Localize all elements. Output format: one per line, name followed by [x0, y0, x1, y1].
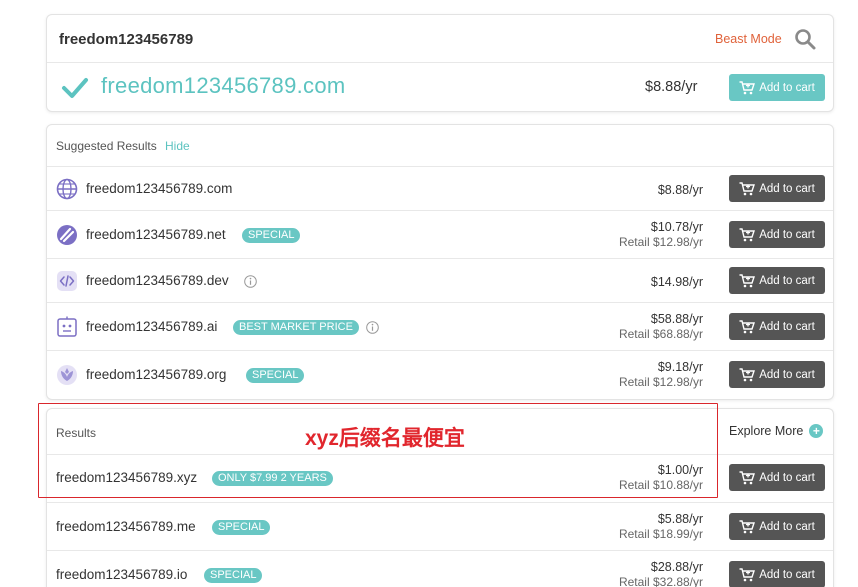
- info-icon[interactable]: [244, 275, 257, 288]
- cart-icon: [739, 567, 756, 581]
- cart-icon: [739, 367, 756, 381]
- retail-price: Retail $12.98/yr: [618, 235, 703, 249]
- domain-price: $14.98/yr: [650, 275, 703, 289]
- add-to-cart-button[interactable]: Add to cart: [729, 221, 825, 248]
- info-icon[interactable]: [366, 321, 379, 334]
- results-title: Results: [56, 426, 97, 440]
- domain-price: $58.88/yr: [650, 312, 703, 326]
- add-to-cart-label: Add to cart: [759, 182, 815, 195]
- code-icon: [56, 270, 78, 292]
- domain-price: $28.88/yr: [650, 560, 703, 574]
- retail-price: Retail $32.88/yr: [618, 575, 703, 587]
- suggested-row-dev: freedom123456789.dev $14.98/yr Add to ca…: [47, 259, 833, 303]
- domain-name: freedom123456789.io: [56, 567, 188, 582]
- add-to-cart-button[interactable]: Add to cart: [729, 513, 825, 540]
- explore-more-label: Explore More: [729, 424, 804, 438]
- domain-price: $8.88/yr: [657, 183, 703, 197]
- domain-name: freedom123456789.me: [56, 519, 196, 534]
- retail-price: Retail $68.88/yr: [618, 327, 703, 341]
- add-to-cart-label: Add to cart: [759, 471, 815, 484]
- cart-icon: [739, 470, 756, 484]
- add-to-cart-button[interactable]: Add to cart: [729, 464, 825, 491]
- result-row-xyz: freedom123456789.xyz ONLY $7.99 2 YEARS …: [47, 455, 833, 503]
- retail-price: Retail $10.88/yr: [618, 478, 703, 492]
- featured-add-to-cart-button[interactable]: Add to cart: [729, 74, 825, 101]
- add-to-cart-button[interactable]: Add to cart: [729, 175, 825, 202]
- add-to-cart-label: Add to cart: [759, 274, 815, 287]
- explore-more-link[interactable]: Explore More +: [729, 424, 824, 438]
- add-to-cart-label: Add to cart: [759, 368, 815, 381]
- add-to-cart-label: Add to cart: [759, 568, 815, 581]
- annotation-text: xyz后缀名最便宜: [305, 427, 465, 450]
- suggested-row-com: freedom123456789.com $8.88/yr Add to car…: [47, 167, 833, 211]
- cart-icon: [739, 519, 756, 533]
- add-to-cart-label: Add to cart: [759, 228, 815, 241]
- add-to-cart-button[interactable]: Add to cart: [729, 561, 825, 587]
- domain-name: freedom123456789.dev: [86, 273, 229, 288]
- domain-name: freedom123456789.com: [86, 181, 233, 196]
- cart-icon: [739, 80, 756, 94]
- add-to-cart-button[interactable]: Add to cart: [729, 267, 825, 294]
- domain-price: $9.18/yr: [657, 360, 703, 374]
- globe-icon: [56, 178, 78, 200]
- featured-domain: freedom123456789.com: [101, 73, 346, 98]
- cart-icon: [739, 227, 756, 241]
- best-market-price-badge: BEST MARKET PRICE: [233, 320, 359, 335]
- suggested-row-ai: freedom123456789.ai BEST MARKET PRICE $5…: [47, 303, 833, 351]
- add-to-cart-button[interactable]: Add to cart: [729, 361, 825, 388]
- domain-price: $10.78/yr: [650, 220, 703, 234]
- search-bar[interactable]: freedom123456789 Beast Mode: [47, 15, 833, 63]
- domain-price: $1.00/yr: [657, 463, 703, 477]
- suggested-row-net: freedom123456789.net SPECIAL $10.78/yr R…: [47, 211, 833, 259]
- add-to-cart-button[interactable]: Add to cart: [729, 313, 825, 340]
- result-row-me: freedom123456789.me SPECIAL $5.88/yr Ret…: [47, 503, 833, 551]
- suggested-results-header: Suggested Results Hide: [47, 125, 833, 167]
- plus-circle-icon: +: [809, 424, 824, 438]
- featured-add-to-cart-label: Add to cart: [759, 81, 815, 94]
- search-card: freedom123456789 Beast Mode freedom12345…: [46, 14, 834, 112]
- suggested-results-card: Suggested Results Hide freedom123456789.…: [46, 124, 834, 400]
- suggested-results-title: Suggested Results: [56, 139, 157, 153]
- hide-link[interactable]: Hide: [165, 139, 190, 153]
- add-to-cart-label: Add to cart: [759, 520, 815, 533]
- beast-mode-link[interactable]: Beast Mode: [715, 32, 782, 46]
- search-icon[interactable]: [793, 27, 817, 51]
- special-badge: SPECIAL: [242, 228, 301, 243]
- result-row-io: freedom123456789.io SPECIAL $28.88/yr Re…: [47, 551, 833, 587]
- cart-icon: [739, 319, 756, 333]
- search-query-text[interactable]: freedom123456789: [59, 31, 193, 48]
- featured-result: freedom123456789.com $8.88/yr Add to car…: [47, 63, 833, 113]
- featured-price: $8.88/yr: [645, 79, 698, 95]
- special-badge: SPECIAL: [212, 520, 271, 535]
- add-to-cart-label: Add to cart: [759, 320, 815, 333]
- retail-price: Retail $12.98/yr: [618, 375, 703, 389]
- domain-name: freedom123456789.org: [86, 367, 227, 382]
- retail-price: Retail $18.99/yr: [618, 527, 703, 541]
- cart-icon: [739, 181, 756, 195]
- special-badge: SPECIAL: [246, 368, 305, 383]
- net-icon: [56, 224, 78, 246]
- domain-name: freedom123456789.ai: [86, 319, 218, 334]
- org-icon: [56, 364, 78, 386]
- domain-price: $5.88/yr: [657, 512, 703, 526]
- promo-badge: ONLY $7.99 2 YEARS: [212, 471, 333, 486]
- robot-icon: [56, 316, 78, 338]
- check-icon: [61, 75, 89, 101]
- suggested-row-org: freedom123456789.org SPECIAL $9.18/yr Re…: [47, 351, 833, 401]
- special-badge: SPECIAL: [204, 568, 263, 583]
- cart-icon: [739, 273, 756, 287]
- domain-name: freedom123456789.net: [86, 227, 226, 242]
- domain-name: freedom123456789.xyz: [56, 470, 198, 485]
